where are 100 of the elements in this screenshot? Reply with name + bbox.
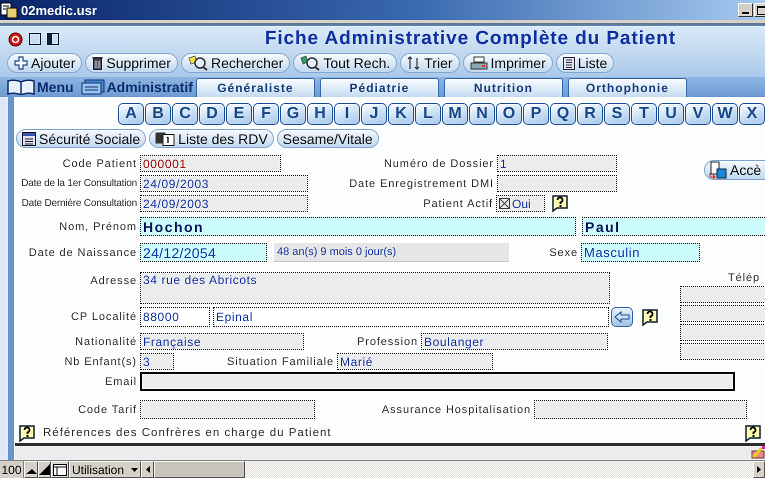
profession-field[interactable]: Boulanger bbox=[421, 333, 608, 350]
field-label: Date de la 1er Consultation bbox=[20, 178, 138, 189]
city-field[interactable]: Epinal bbox=[213, 307, 609, 327]
phone-field[interactable] bbox=[680, 286, 765, 303]
phone-field[interactable] bbox=[680, 305, 765, 322]
field-label: CP Localité bbox=[70, 311, 138, 323]
maximize-button[interactable] bbox=[754, 3, 765, 17]
marital-status-field[interactable]: Marié bbox=[337, 353, 493, 370]
dmi-date-field[interactable] bbox=[497, 175, 617, 192]
tab[interactable]: Nutrition bbox=[444, 78, 563, 97]
scroll-left-button[interactable] bbox=[141, 461, 154, 478]
card-icon bbox=[22, 132, 36, 146]
dossier-field[interactable]: 1 bbox=[497, 155, 617, 172]
letter-button[interactable]: R bbox=[577, 103, 603, 125]
back-button[interactable] bbox=[611, 307, 633, 327]
phone-field[interactable] bbox=[680, 343, 765, 360]
letter-button[interactable]: G bbox=[280, 103, 306, 125]
birth-date-field[interactable]: 24/12/2054 bbox=[140, 243, 267, 262]
layout-button[interactable] bbox=[51, 461, 69, 478]
tab[interactable]: Orthophonie bbox=[568, 78, 687, 97]
letter-button[interactable]: T bbox=[631, 103, 657, 125]
toolbar-button[interactable]: Rechercher bbox=[180, 53, 290, 73]
caret-icon bbox=[146, 466, 150, 473]
zoom-in-button[interactable] bbox=[38, 461, 51, 478]
window-icon bbox=[53, 464, 67, 476]
letter-button[interactable]: W bbox=[712, 103, 738, 125]
close-icon[interactable] bbox=[8, 32, 23, 46]
section-button[interactable]: Sesame/Vitale bbox=[276, 129, 379, 148]
tariff-code-field[interactable] bbox=[140, 400, 315, 419]
section-button[interactable]: Liste des RDV bbox=[149, 129, 274, 148]
letter-button[interactable]: L bbox=[415, 103, 441, 125]
mode-dropdown[interactable]: Utilisation bbox=[69, 461, 141, 478]
nationality-field[interactable]: Française bbox=[140, 333, 304, 350]
patient-active-checkbox[interactable]: Oui bbox=[496, 195, 545, 212]
references-list[interactable] bbox=[15, 443, 765, 460]
letter-button[interactable]: Q bbox=[550, 103, 576, 125]
letter-button[interactable]: A bbox=[118, 103, 144, 125]
plus-icon bbox=[14, 56, 28, 70]
field-label: Code Patient bbox=[62, 158, 138, 170]
toolbar-button[interactable]: Trier bbox=[400, 53, 460, 73]
sex-field[interactable]: Masculin bbox=[581, 243, 700, 262]
access-button[interactable]: Accè bbox=[704, 160, 765, 180]
letter-button[interactable]: D bbox=[199, 103, 225, 125]
postal-code-field[interactable]: 88000 bbox=[140, 307, 210, 327]
address-field[interactable]: 34 rue des Abricots bbox=[140, 272, 610, 304]
letter-button[interactable]: M bbox=[442, 103, 468, 125]
letter-button[interactable]: K bbox=[388, 103, 414, 125]
field-label: Nb Enfant(s) bbox=[63, 356, 138, 368]
tab[interactable]: Pédiatrie bbox=[320, 78, 439, 97]
tab[interactable]: Généraliste bbox=[196, 78, 315, 97]
letter-button[interactable]: F bbox=[253, 103, 279, 125]
letter-button[interactable]: H bbox=[307, 103, 333, 125]
letter-button[interactable]: B bbox=[145, 103, 171, 125]
children-field[interactable]: 3 bbox=[140, 353, 174, 370]
help-icon bbox=[743, 424, 762, 442]
scrollbar-thumb[interactable] bbox=[154, 461, 245, 478]
zoom-out-button[interactable] bbox=[24, 461, 38, 478]
field-label: Sexe bbox=[548, 246, 579, 258]
letter-button[interactable]: U bbox=[658, 103, 684, 125]
field-label: Date Dernière Consultation bbox=[20, 198, 138, 209]
caret-icon bbox=[131, 468, 138, 472]
window-icon[interactable] bbox=[29, 33, 41, 45]
letter-button[interactable]: V bbox=[685, 103, 711, 125]
letter-button[interactable]: J bbox=[361, 103, 387, 125]
scroll-right-button[interactable] bbox=[753, 461, 765, 478]
toolbar-button[interactable]: Tout Rech. bbox=[293, 53, 398, 73]
toolbar-button[interactable]: Ajouter bbox=[7, 53, 82, 73]
letter-button[interactable]: C bbox=[172, 103, 198, 125]
trash-icon bbox=[92, 56, 104, 70]
letter-button[interactable]: E bbox=[226, 103, 252, 125]
nav-button[interactable]: Administratif bbox=[80, 77, 193, 97]
email-field[interactable] bbox=[140, 372, 735, 391]
first-name-field[interactable]: Paul bbox=[582, 217, 765, 236]
toolbar-button[interactable]: Supprimer bbox=[85, 53, 178, 73]
letter-button[interactable]: O bbox=[496, 103, 522, 125]
edit-icon bbox=[751, 446, 765, 459]
section-button[interactable]: Sécurité Sociale bbox=[16, 129, 146, 148]
toolbar-button[interactable]: Liste bbox=[556, 53, 614, 73]
window-icon[interactable] bbox=[47, 33, 59, 45]
letter-button[interactable]: I bbox=[334, 103, 360, 125]
last-name-field[interactable]: Hochon bbox=[140, 217, 576, 236]
letter-button[interactable]: N bbox=[469, 103, 495, 125]
code-patient-field[interactable]: 000001 bbox=[140, 155, 281, 172]
nav-button[interactable]: Menu bbox=[7, 77, 74, 97]
toolbar-button[interactable]: Imprimer bbox=[462, 53, 553, 73]
insurance-field[interactable] bbox=[534, 400, 747, 419]
date-field[interactable]: 24/09/2003 bbox=[140, 195, 308, 212]
list-icon bbox=[562, 56, 575, 70]
field-label: Nationalité bbox=[74, 336, 138, 348]
calendar-icon bbox=[155, 132, 176, 146]
date-field[interactable]: 24/09/2003 bbox=[140, 175, 308, 192]
letter-button[interactable]: S bbox=[604, 103, 630, 125]
window-title: 02medic.usr bbox=[21, 2, 97, 18]
search-icon bbox=[188, 55, 208, 71]
help-icon bbox=[640, 308, 659, 326]
printer-icon bbox=[470, 56, 488, 70]
letter-button[interactable]: P bbox=[523, 103, 549, 125]
letter-button[interactable]: X bbox=[739, 103, 765, 125]
phone-field[interactable] bbox=[680, 324, 765, 341]
minimize-button[interactable] bbox=[738, 3, 753, 17]
